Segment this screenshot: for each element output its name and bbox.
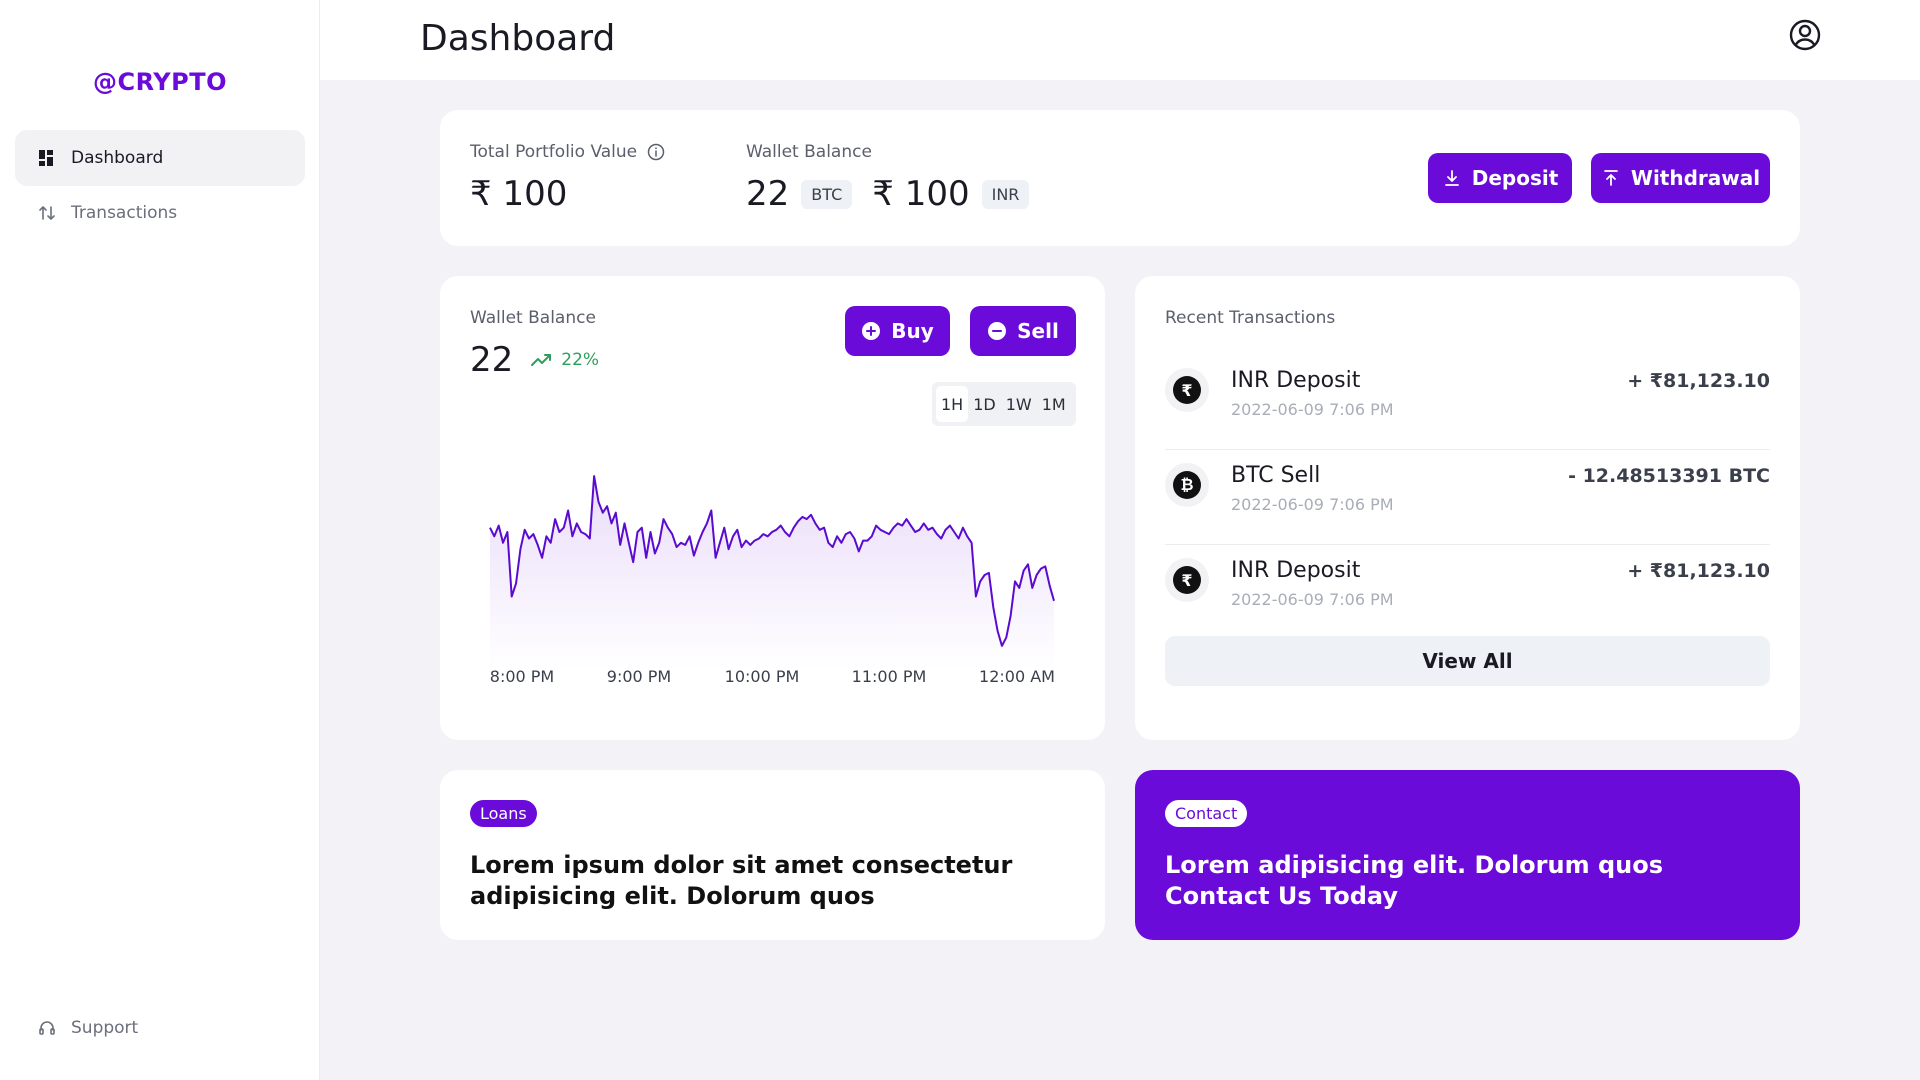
loans-promo-card[interactable]: Loans Lorem ipsum dolor sit amet consect…: [440, 770, 1105, 940]
x-tick-label: 11:00 PM: [852, 667, 927, 686]
sidebar-item-transactions[interactable]: Transactions: [15, 185, 305, 241]
sidebar-item-label: Support: [71, 1018, 139, 1038]
page-title: Dashboard: [420, 18, 616, 59]
top-bar: Dashboard: [320, 0, 1920, 80]
rupee-icon: ₹: [1165, 558, 1209, 602]
transaction-row[interactable]: ₿ BTC Sell 2022-06-09 7:06 PM - 12.48513…: [1165, 451, 1770, 545]
user-account-icon[interactable]: [1788, 18, 1822, 52]
x-tick-label: 8:00 PM: [490, 667, 554, 686]
contact-promo-text: Lorem adipisicing elit. Dolorum quos Con…: [1165, 851, 1663, 910]
row-divider: [1165, 544, 1770, 545]
deposit-button[interactable]: Deposit: [1428, 153, 1572, 203]
total-portfolio-value: ₹ 100: [470, 174, 568, 214]
withdrawal-button-label: Withdrawal: [1630, 166, 1761, 190]
recent-transactions-title: Recent Transactions: [1165, 308, 1336, 328]
chart-area-fill: [490, 476, 1054, 671]
transaction-date: 2022-06-09 7:06 PM: [1231, 400, 1394, 419]
sidebar-item-support[interactable]: Support: [15, 1000, 305, 1056]
transaction-date: 2022-06-09 7:06 PM: [1231, 590, 1394, 609]
transaction-amount: - 12.48513391 BTC: [1568, 465, 1770, 487]
bitcoin-icon: ₿: [1165, 463, 1209, 507]
x-tick-label: 12:00 AM: [979, 667, 1055, 686]
transaction-row[interactable]: ₹ INR Deposit 2022-06-09 7:06 PM + ₹81,1…: [1165, 356, 1770, 450]
sidebar-item-dashboard[interactable]: Dashboard: [15, 130, 305, 186]
x-tick-label: 10:00 PM: [725, 667, 800, 686]
loans-promo-text: Lorem ipsum dolor sit amet consectetur a…: [470, 851, 1013, 910]
transaction-title: BTC Sell: [1231, 463, 1321, 488]
info-icon[interactable]: [647, 143, 665, 161]
sidebar-item-label: Transactions: [71, 203, 178, 223]
transaction-amount: + ₹81,123.10: [1627, 560, 1770, 582]
withdrawal-button[interactable]: Withdrawal: [1591, 153, 1770, 203]
transaction-date: 2022-06-09 7:06 PM: [1231, 495, 1394, 514]
transaction-row[interactable]: ₹ INR Deposit 2022-06-09 7:06 PM + ₹81,1…: [1165, 546, 1770, 640]
transaction-amount: + ₹81,123.10: [1627, 370, 1770, 392]
wallet-balance-label: Wallet Balance: [746, 142, 872, 162]
transaction-title: INR Deposit: [1231, 368, 1361, 393]
contact-promo-card[interactable]: Contact Lorem adipisicing elit. Dolorum …: [1135, 770, 1800, 940]
recent-transactions-card: Recent Transactions ₹ INR Deposit 2022-0…: [1135, 276, 1800, 740]
transaction-title: INR Deposit: [1231, 558, 1361, 583]
brand-logo: @CRYPTO: [92, 68, 228, 96]
sidebar: @CRYPTO Dashboard Transactions Support: [0, 0, 320, 1080]
wallet-balance-chart: 8:00 PM 9:00 PM 10:00 PM 11:00 PM 12:00 AM: [489, 475, 1055, 686]
wallet-btc-value: 22: [746, 174, 790, 214]
contact-tag: Contact: [1165, 800, 1248, 827]
wallet-inr-value: ₹ 100: [872, 174, 970, 214]
loans-tag: Loans: [470, 800, 537, 827]
row-divider: [1165, 449, 1770, 450]
download-icon: [1442, 168, 1462, 188]
swap-vertical-icon: [37, 203, 57, 223]
dashboard-icon: [37, 148, 57, 168]
view-all-button[interactable]: View All: [1165, 636, 1770, 686]
x-tick-label: 9:00 PM: [607, 667, 671, 686]
wallet-chart-card: Wallet Balance 22 22% Buy Sell 1H 1D 1W …: [440, 276, 1105, 740]
sidebar-item-label: Dashboard: [71, 148, 164, 168]
inr-unit-badge: INR: [981, 179, 1030, 209]
portfolio-summary-card: Total Portfolio Value ₹ 100 Wallet Balan…: [440, 110, 1800, 246]
upload-icon: [1601, 168, 1621, 188]
rupee-icon: ₹: [1165, 368, 1209, 412]
total-portfolio-label: Total Portfolio Value: [470, 142, 638, 162]
deposit-button-label: Deposit: [1471, 166, 1559, 190]
btc-unit-badge: BTC: [801, 179, 853, 209]
headset-icon: [37, 1018, 57, 1038]
